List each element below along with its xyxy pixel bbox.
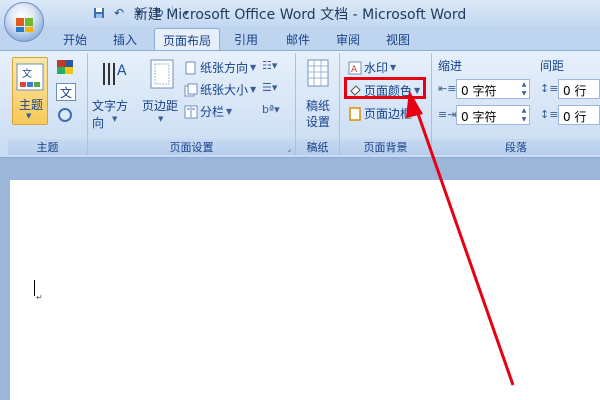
text-direction-label: 文字方向 <box>92 99 129 130</box>
draft-paper-icon <box>307 59 329 87</box>
ribbon: 文 主题 ▼ 文 主题 A 文字方向 ▼ 页边距 ▼ 纸张方向 ▼ 纸张大小 ▼… <box>0 50 600 158</box>
spinner-arrows-icon[interactable]: ▲ ▼ <box>519 106 529 124</box>
paragraph-mark-icon: ↵ <box>36 293 43 302</box>
watermark-icon: A <box>348 61 362 75</box>
page-color-highlight <box>344 77 426 99</box>
chevron-down-icon: ▼ <box>390 63 397 72</box>
indent-right-value: 0 字符 <box>461 110 497 124</box>
chevron-down-icon: ▼ <box>158 115 164 123</box>
window-title: 新建 Microsoft Office Word 文档 - Microsoft … <box>133 7 467 23</box>
size-button[interactable]: 纸张大小 ▼ <box>184 81 256 98</box>
group-themes: 文 主题 ▼ 文 主题 <box>8 53 88 155</box>
indent-left-icon: ⇤≡ <box>438 82 457 95</box>
themes-label: 主题 <box>19 98 44 112</box>
margins-button[interactable]: 页边距 ▼ <box>142 57 182 127</box>
group-page-setup: A 文字方向 ▼ 页边距 ▼ 纸张方向 ▼ 纸张大小 ▼ 分栏 ▼ ☷▾ ☰▾ … <box>88 53 296 155</box>
text-cursor <box>34 280 35 296</box>
group-label-draft-paper: 稿纸 <box>296 139 339 155</box>
dialog-launcher-icon[interactable]: ⌟ <box>287 144 291 153</box>
tab-view[interactable]: 视图 <box>378 28 418 50</box>
spinner-arrows-icon[interactable]: ▲ ▼ <box>519 80 529 98</box>
size-label: 纸张大小 <box>200 83 249 97</box>
tab-insert[interactable]: 插入 <box>104 28 146 50</box>
chevron-down-icon: ▼ <box>250 85 257 94</box>
spacing-before-icon: ↕≡ <box>540 82 559 95</box>
columns-icon <box>184 105 198 118</box>
breaks-icon[interactable]: ☷▾ <box>262 59 288 75</box>
document-page[interactable] <box>10 180 600 400</box>
svg-text:文: 文 <box>22 67 32 80</box>
tab-review[interactable]: 审阅 <box>328 28 368 50</box>
themes-button[interactable]: 文 主题 ▼ <box>12 57 48 125</box>
hyphenation-icon[interactable]: bª▾ <box>262 103 288 119</box>
svg-text:A: A <box>117 63 127 79</box>
indent-right-input[interactable]: 0 字符 ▲ ▼ <box>456 105 530 125</box>
group-label-page-background: 页面背景 <box>340 139 431 155</box>
draft-paper-label-line1: 稿纸 <box>306 99 331 113</box>
group-label-page-setup: 页面设置 <box>88 139 295 155</box>
indent-left-input[interactable]: 0 字符 ▲ ▼ <box>456 79 530 99</box>
columns-button[interactable]: 分栏 ▼ <box>184 103 232 120</box>
indent-title: 缩进 <box>438 59 463 73</box>
spacing-before-input[interactable]: 0 行 <box>558 79 600 99</box>
margins-label: 页边距 <box>142 99 179 113</box>
watermark-button[interactable]: A 水印 ▼ <box>348 59 396 76</box>
spacing-after-value: 0 行 <box>563 110 587 124</box>
draft-paper-label-line2: 设置 <box>306 115 331 129</box>
group-paragraph: 缩进 间距 ⇤≡ 0 字符 ▲ ▼ ≡⇥ 0 字符 ▲ ▼ ↕≡ 0 行 ↕≡ 0 … <box>432 53 600 155</box>
orientation-label: 纸张方向 <box>200 61 249 75</box>
svg-text:A: A <box>351 65 358 75</box>
group-draft-paper: 稿纸 设置 稿纸 <box>296 53 340 155</box>
indent-right-icon: ≡⇥ <box>438 108 457 121</box>
paper-size-icon <box>184 83 198 96</box>
text-direction-button[interactable]: A 文字方向 ▼ <box>92 57 138 130</box>
tab-mailings[interactable]: 邮件 <box>278 28 318 50</box>
columns-label: 分栏 <box>200 105 225 119</box>
page-borders-button[interactable]: 页面边框 <box>348 105 412 122</box>
office-logo-icon <box>16 18 33 32</box>
chevron-down-icon: ▼ <box>250 63 257 72</box>
chevron-down-icon: ▼ <box>112 115 118 123</box>
spacing-before-value: 0 行 <box>563 84 587 98</box>
title-bar: ↶ ▼ ↻ ▾ 新建 Microsoft Office Word 文档 - Mi… <box>0 0 600 26</box>
tab-references[interactable]: 引用 <box>226 28 266 50</box>
spacing-after-icon: ↕≡ <box>540 108 559 121</box>
group-page-background: A 水印 ▼ 页面颜色 ▼ 页面边框 页面背景 <box>340 53 432 155</box>
spacing-title: 间距 <box>540 59 565 73</box>
tab-home[interactable]: 开始 <box>54 28 96 50</box>
watermark-label: 水印 <box>364 61 389 75</box>
theme-fonts-icon[interactable]: 文 <box>56 83 76 101</box>
chevron-down-icon: ▼ <box>26 112 32 120</box>
document-area[interactable] <box>0 158 600 400</box>
spacing-after-input[interactable]: 0 行 <box>558 105 600 125</box>
themes-icon: 文 <box>16 63 44 91</box>
ribbon-tabs: 开始 插入 页面布局 引用 邮件 审阅 视图 <box>0 26 600 50</box>
office-button[interactable] <box>4 2 44 42</box>
page-borders-icon <box>349 106 361 121</box>
orientation-button[interactable]: 纸张方向 ▼ <box>184 59 256 76</box>
orientation-icon <box>185 61 196 74</box>
theme-colors-icon[interactable] <box>56 59 76 77</box>
draft-paper-settings-button[interactable]: 稿纸 设置 <box>298 57 338 129</box>
line-numbers-icon[interactable]: ☰▾ <box>262 81 288 97</box>
tab-page-layout[interactable]: 页面布局 <box>154 28 220 50</box>
theme-effects-icon[interactable] <box>56 107 76 125</box>
text-direction-icon: A <box>103 63 127 85</box>
group-label-paragraph: 段落 <box>432 139 600 155</box>
margins-icon <box>150 59 174 89</box>
indent-left-value: 0 字符 <box>461 84 497 98</box>
page-borders-label: 页面边框 <box>364 107 413 121</box>
group-label-themes: 主题 <box>8 139 87 155</box>
chevron-down-icon: ▼ <box>226 107 233 116</box>
